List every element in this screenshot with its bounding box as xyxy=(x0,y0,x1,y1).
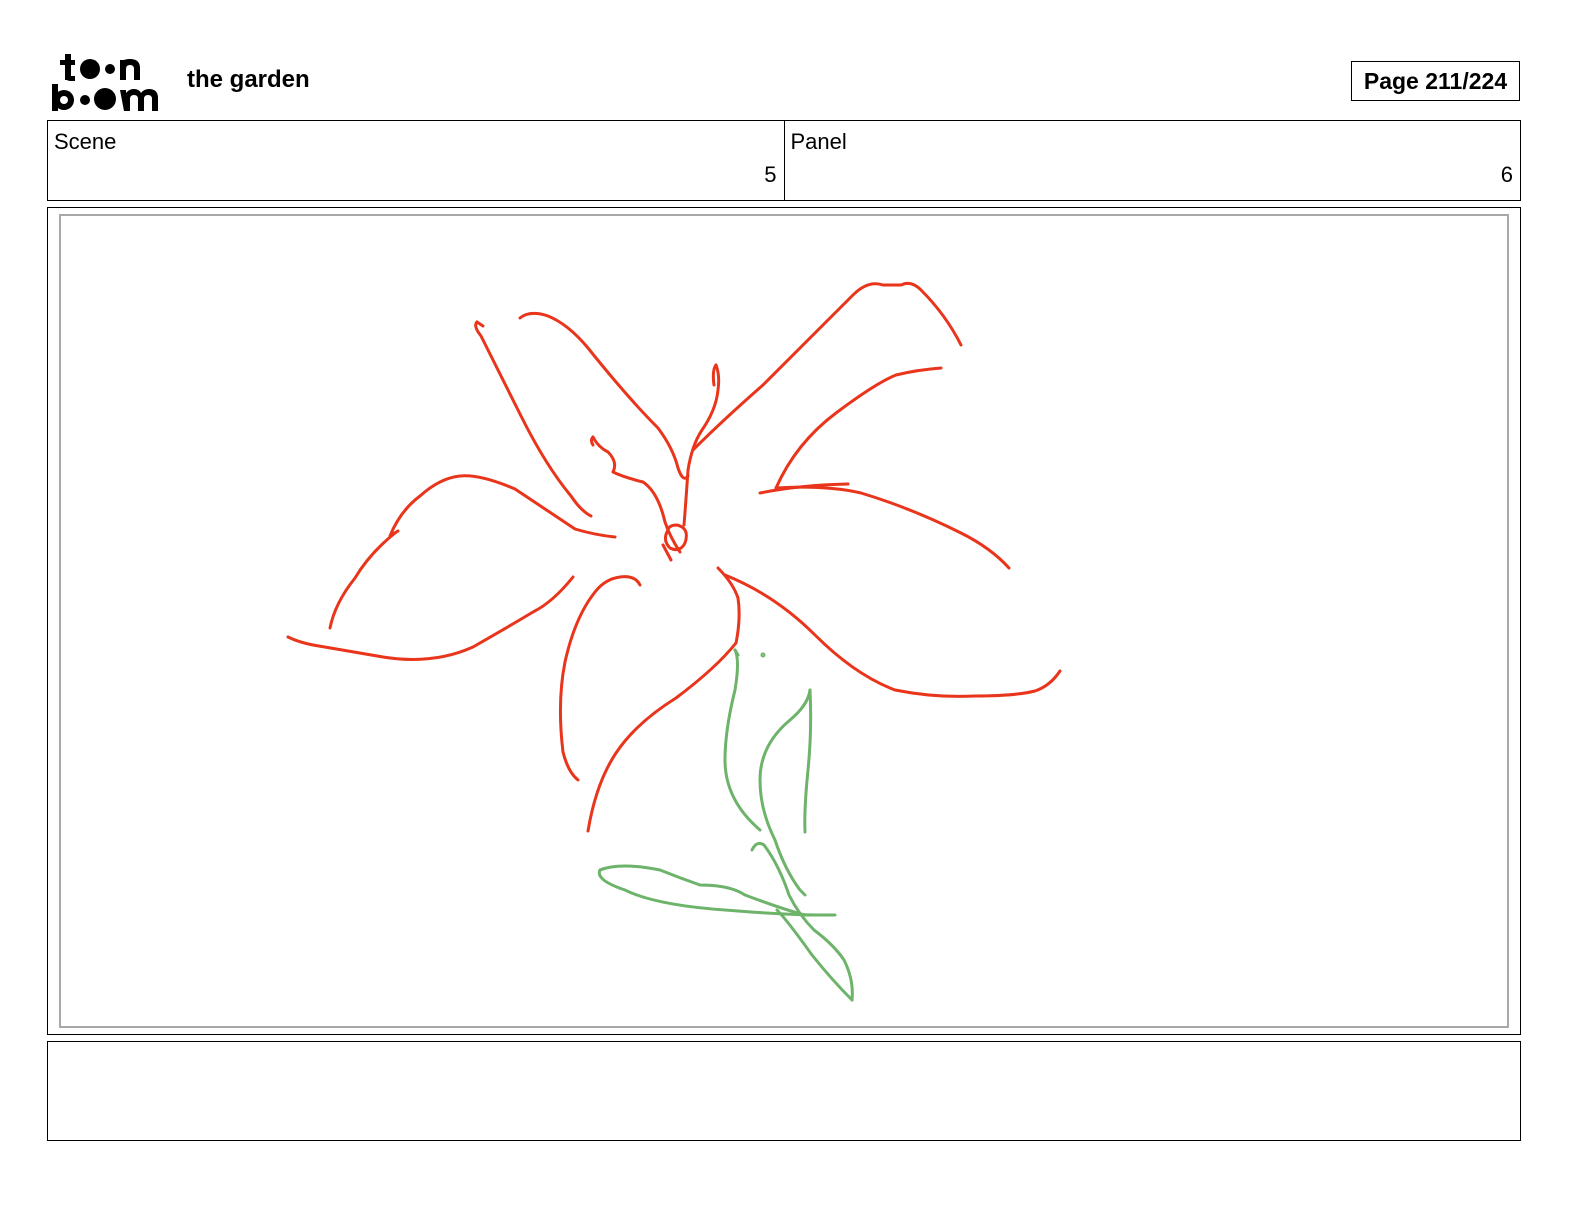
scene-cell: Scene 5 xyxy=(48,121,784,200)
scene-value: 5 xyxy=(764,162,777,187)
document-title: the garden xyxy=(187,66,310,93)
page-indicator: Page 211/224 xyxy=(1351,61,1520,101)
panel-image-area xyxy=(59,214,1509,1028)
toon-boom-logo xyxy=(52,54,158,111)
panel-value: 6 xyxy=(1500,162,1513,187)
panel-label: Panel xyxy=(790,129,847,154)
caption-box xyxy=(47,1041,1521,1141)
scene-label: Scene xyxy=(54,129,117,154)
scene-panel-info: Scene 5 Panel 6 xyxy=(47,120,1521,201)
panel-cell: Panel 6 xyxy=(783,121,1521,200)
